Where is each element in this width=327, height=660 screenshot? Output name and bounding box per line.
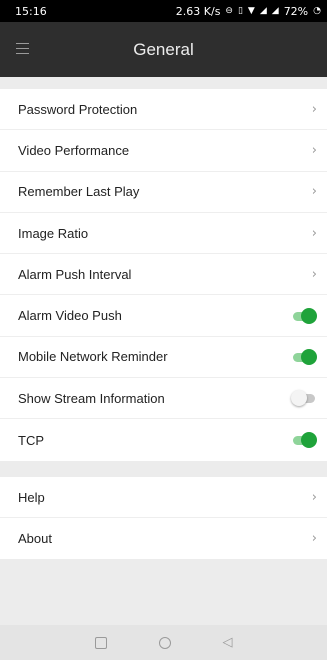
battery-icon: ◔ <box>313 6 321 16</box>
page-title: General <box>133 39 194 59</box>
settings-item-label: Mobile Network Reminder <box>18 349 168 365</box>
general-settings-list: Password Protection › Video Performance … <box>0 89 327 461</box>
settings-item-label: Remember Last Play <box>18 184 140 200</box>
status-bar: 15:16 2.63 K/s ⊖ ▯ ▼ ◢ ◢ 72% ◔ <box>0 0 327 22</box>
settings-item-label: Password Protection <box>18 101 138 117</box>
tcp-toggle[interactable] <box>291 432 317 449</box>
do-not-disturb-icon: ⊖ <box>225 6 233 16</box>
settings-item-image-ratio[interactable]: Image Ratio › <box>0 213 327 255</box>
signal-icon: ◢ <box>271 6 279 16</box>
settings-item-label: TCP <box>18 432 44 448</box>
system-navigation-bar: ◁ <box>0 625 327 660</box>
settings-item-tcp: TCP <box>0 419 327 460</box>
settings-item-password-protection[interactable]: Password Protection › <box>0 89 327 131</box>
chevron-right-icon: › <box>311 184 317 200</box>
settings-item-label: Video Performance <box>18 142 130 158</box>
settings-item-show-stream-information: Show Stream Information <box>0 378 327 420</box>
settings-item-label: About <box>18 531 52 546</box>
signal-icon: ◢ <box>259 6 267 16</box>
home-circle-icon[interactable] <box>158 636 171 649</box>
hamburger-menu-icon[interactable] <box>16 43 29 54</box>
show-stream-information-toggle[interactable] <box>291 390 317 407</box>
settings-item-label: Help <box>18 489 45 505</box>
chevron-right-icon: › <box>311 225 317 241</box>
chevron-right-icon: › <box>311 266 317 282</box>
chevron-right-icon: › <box>311 101 317 117</box>
settings-item-alarm-push-interval[interactable]: Alarm Push Interval › <box>0 254 327 296</box>
settings-item-mobile-network-reminder: Mobile Network Reminder <box>0 337 327 379</box>
back-triangle-icon[interactable]: ◁ <box>223 635 233 650</box>
settings-item-remember-last-play[interactable]: Remember Last Play › <box>0 172 327 213</box>
chevron-right-icon: › <box>311 531 317 546</box>
settings-item-help[interactable]: Help › <box>0 477 327 518</box>
chevron-right-icon: › <box>311 142 317 158</box>
app-bar: General <box>0 22 327 77</box>
settings-item-label: Alarm Video Push <box>18 308 122 324</box>
wifi-icon: ▼ <box>247 6 255 16</box>
settings-item-label: Alarm Push Interval <box>18 266 132 282</box>
mobile-network-reminder-toggle[interactable] <box>291 348 317 365</box>
settings-item-about[interactable]: About › <box>0 518 327 559</box>
network-speed: 2.63 K/s <box>175 4 221 18</box>
settings-item-label: Image Ratio <box>18 225 89 241</box>
settings-item-label: Show Stream Information <box>18 390 165 406</box>
status-indicators: 2.63 K/s ⊖ ▯ ▼ ◢ ◢ 72% ◔ <box>176 5 321 18</box>
status-time: 15:16 <box>15 4 47 18</box>
settings-item-alarm-video-push: Alarm Video Push <box>0 295 327 337</box>
alarm-video-push-toggle[interactable] <box>291 307 317 324</box>
vibrate-icon: ▯ <box>237 6 243 16</box>
recents-square-icon[interactable] <box>94 636 107 649</box>
more-settings-list: Help › About › <box>0 477 327 559</box>
battery-level: 72% <box>283 4 309 18</box>
settings-item-video-performance[interactable]: Video Performance › <box>0 130 327 172</box>
chevron-right-icon: › <box>311 489 317 505</box>
